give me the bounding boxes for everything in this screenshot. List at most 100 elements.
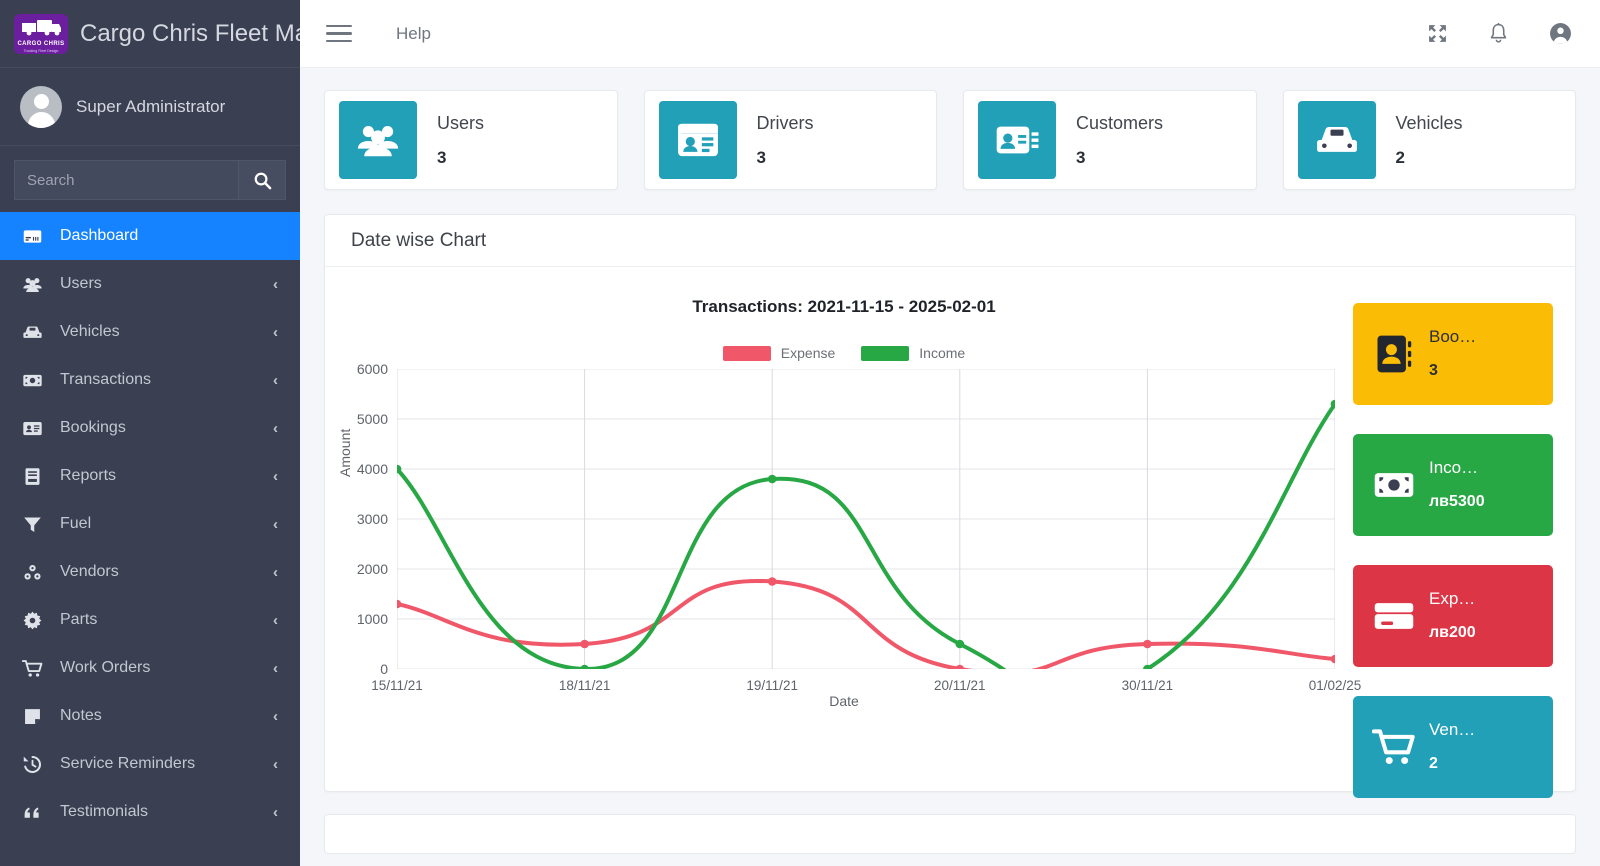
stat-text: Vehicles 2 bbox=[1396, 113, 1463, 168]
chevron-left-icon[interactable]: ‹ bbox=[273, 708, 278, 725]
chart-title: Transactions: 2021-11-15 - 2025-02-01 bbox=[692, 297, 996, 316]
fullscreen-icon[interactable] bbox=[1427, 23, 1448, 44]
chart-panel: Date wise Chart Transactions: 2021-11-15… bbox=[324, 214, 1576, 798]
stat-card-customers[interactable]: Customers 3 bbox=[963, 90, 1257, 190]
panel-body: Transactions: 2021-11-15 - 2025-02-01 Ex… bbox=[325, 267, 1575, 798]
sidebar-item-label: Testimonials bbox=[60, 803, 149, 820]
history-icon bbox=[22, 754, 48, 775]
chart-svg bbox=[392, 369, 1340, 669]
book-icon bbox=[22, 466, 48, 487]
y-axis-label: Amount bbox=[337, 428, 353, 477]
sidebar-item-reports[interactable]: Reports ‹ bbox=[0, 452, 300, 500]
tile-value: 2 bbox=[1429, 754, 1438, 772]
sidebar-item-dashboard[interactable]: Dashboard bbox=[0, 212, 300, 260]
hamburger-icon[interactable] bbox=[326, 24, 352, 43]
car-icon bbox=[22, 322, 48, 343]
help-link[interactable]: Help bbox=[396, 24, 431, 44]
stat-label: Users bbox=[437, 112, 485, 133]
search-input[interactable] bbox=[14, 160, 238, 200]
money-icon bbox=[22, 370, 48, 391]
stat-label: Customers bbox=[1076, 112, 1164, 133]
stat-card-vehicles[interactable]: Vehicles 2 bbox=[1282, 90, 1576, 190]
chevron-left-icon[interactable]: ‹ bbox=[273, 468, 278, 485]
truck-logo-icon bbox=[22, 19, 61, 35]
dashboard-icon bbox=[22, 226, 48, 247]
chevron-left-icon[interactable]: ‹ bbox=[273, 516, 278, 533]
car-icon bbox=[1297, 101, 1376, 179]
legend-item-expense[interactable]: Expense bbox=[722, 345, 836, 361]
x-axis-tick: 01/02/25 bbox=[1308, 678, 1362, 693]
sidebar-item-users[interactable]: Users ‹ bbox=[0, 260, 300, 308]
brand-title: Cargo Chris Fleet Man bbox=[80, 19, 300, 47]
x-axis-tick: 19/11/21 bbox=[746, 678, 798, 693]
summary-tile-3[interactable]: Ven… 2 bbox=[1353, 696, 1553, 798]
chevron-left-icon[interactable]: ‹ bbox=[273, 276, 278, 293]
y-axis-tick: 0 bbox=[380, 661, 388, 677]
brand-header[interactable]: CARGO CHRIS Trucking Fleet Design Cargo … bbox=[0, 0, 300, 68]
id-card-icon bbox=[22, 418, 48, 439]
chart: Transactions: 2021-11-15 - 2025-02-01 Ex… bbox=[335, 285, 1361, 791]
sidebar-item-service-reminders[interactable]: Service Reminders ‹ bbox=[0, 740, 300, 788]
sidebar-item-bookings[interactable]: Bookings ‹ bbox=[0, 404, 300, 452]
account-icon[interactable] bbox=[1549, 22, 1572, 45]
logo-text: CARGO CHRIS bbox=[17, 40, 65, 47]
legend-swatch bbox=[861, 345, 910, 361]
customers-card-icon bbox=[978, 101, 1056, 179]
tile-label: Inco… bbox=[1429, 458, 1479, 478]
bottom-panel bbox=[324, 814, 1576, 854]
avatar bbox=[20, 85, 62, 128]
tile-label: Boo… bbox=[1429, 327, 1477, 347]
stat-label: Vehicles bbox=[1395, 112, 1463, 133]
sidebar-item-fuel[interactable]: Fuel ‹ bbox=[0, 500, 300, 548]
sidebar-item-label: Users bbox=[60, 275, 102, 292]
funnel-icon bbox=[22, 514, 48, 535]
tile-text: Exp… лв200 bbox=[1429, 589, 1476, 642]
tile-text: Boo… 3 bbox=[1429, 327, 1476, 380]
tile-text: Inco… лв5300 bbox=[1429, 458, 1485, 511]
bell-icon[interactable] bbox=[1488, 22, 1509, 45]
legend-item-income[interactable]: Income bbox=[861, 345, 965, 361]
search-button[interactable] bbox=[238, 160, 286, 200]
tile-value: лв200 bbox=[1429, 623, 1476, 641]
logo-subtext: Trucking Fleet Design bbox=[23, 48, 59, 53]
user-profile[interactable]: Super Administrator bbox=[0, 68, 300, 146]
note-icon bbox=[22, 706, 48, 727]
tile-label: Exp… bbox=[1429, 589, 1476, 609]
sidebar-item-vendors[interactable]: Vendors ‹ bbox=[0, 548, 300, 596]
sidebar-item-vehicles[interactable]: Vehicles ‹ bbox=[0, 308, 300, 356]
sidebar-nav: Dashboard Users ‹ Vehicles ‹ Transactions ‹ Boo… bbox=[0, 212, 300, 836]
sidebar-item-testimonials[interactable]: Testimonials ‹ bbox=[0, 788, 300, 836]
stat-value: 3 bbox=[756, 147, 766, 167]
stat-card-drivers[interactable]: Drivers 3 bbox=[643, 90, 937, 190]
sidebar-item-label: Work Orders bbox=[60, 659, 151, 676]
stat-card-users[interactable]: Users 3 bbox=[324, 90, 618, 190]
chevron-left-icon[interactable]: ‹ bbox=[273, 564, 278, 581]
sidebar-item-label: Fuel bbox=[60, 515, 92, 532]
gear-icon bbox=[22, 610, 48, 631]
summary-tile-2[interactable]: Exp… лв200 bbox=[1353, 565, 1553, 667]
plot-area: 0 1000 2000 3000 4000 5000 6000 15/11/21 18/11/2… bbox=[357, 361, 1361, 669]
sidebar-item-parts[interactable]: Parts ‹ bbox=[0, 596, 300, 644]
legend-label: Income bbox=[919, 345, 966, 361]
summary-tiles: Boo… 3 Inco… лв5300 Exp… лв200 Ven… 2 bbox=[1353, 285, 1553, 798]
chart-legend: Expense Income bbox=[335, 345, 1353, 361]
chevron-left-icon[interactable]: ‹ bbox=[273, 756, 278, 773]
topbar: Help bbox=[300, 0, 1600, 68]
search-icon bbox=[254, 172, 271, 189]
summary-tile-1[interactable]: Inco… лв5300 bbox=[1353, 434, 1553, 536]
chevron-left-icon[interactable]: ‹ bbox=[273, 612, 278, 629]
legend-label: Expense bbox=[780, 345, 836, 361]
stat-text: Drivers 3 bbox=[757, 113, 814, 168]
sidebar-item-work-orders[interactable]: Work Orders ‹ bbox=[0, 644, 300, 692]
chevron-left-icon[interactable]: ‹ bbox=[273, 660, 278, 677]
summary-tile-0[interactable]: Boo… 3 bbox=[1353, 303, 1553, 405]
drivers-card-icon bbox=[658, 101, 737, 179]
chevron-left-icon[interactable]: ‹ bbox=[273, 372, 278, 389]
content: Users 3 Drivers 3 Customers 3 Vehicles 2 Date w… bbox=[300, 68, 1600, 866]
chevron-left-icon[interactable]: ‹ bbox=[273, 420, 278, 437]
chevron-left-icon[interactable]: ‹ bbox=[273, 324, 278, 341]
x-axis-tick: 15/11/21 bbox=[371, 678, 423, 693]
sidebar-item-transactions[interactable]: Transactions ‹ bbox=[0, 356, 300, 404]
chevron-left-icon[interactable]: ‹ bbox=[273, 804, 278, 821]
sidebar-item-notes[interactable]: Notes ‹ bbox=[0, 692, 300, 740]
